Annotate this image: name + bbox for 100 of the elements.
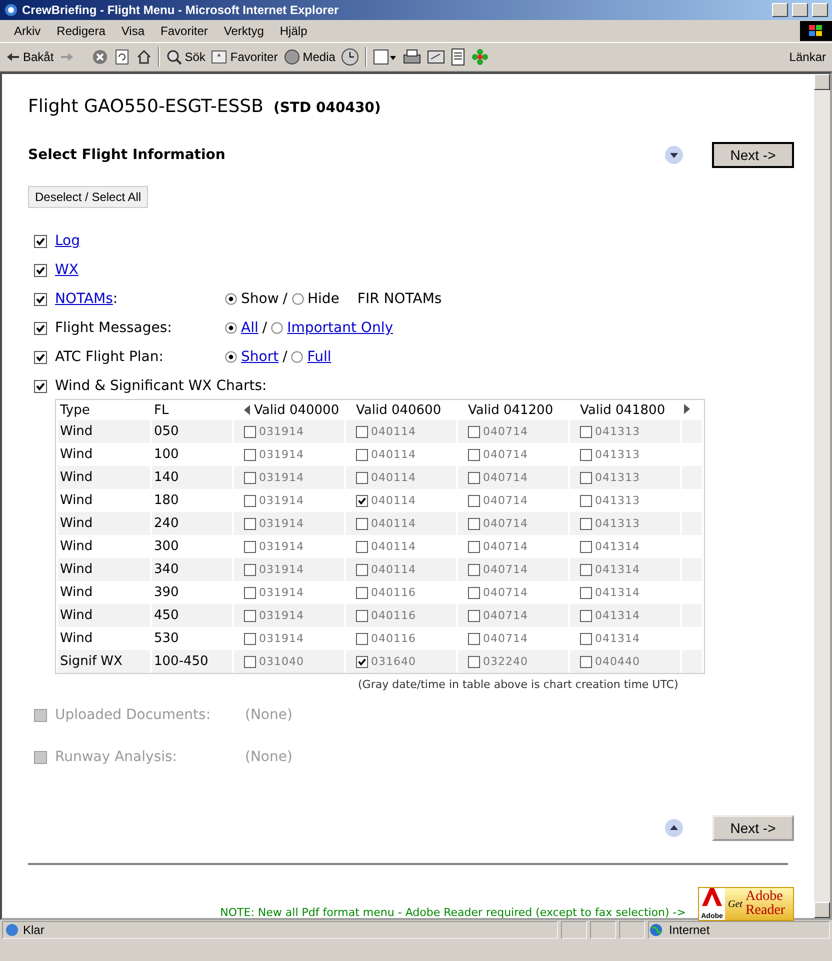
- checkbox[interactable]: [34, 264, 47, 276]
- next-button[interactable]: Next ->: [712, 142, 794, 168]
- menu-item[interactable]: Visa: [113, 24, 153, 38]
- radio-button[interactable]: [292, 293, 304, 305]
- checkbox[interactable]: [580, 448, 592, 460]
- menu-item[interactable]: Hjälp: [272, 24, 316, 38]
- favorites-button[interactable]: Favoriter: [211, 50, 278, 64]
- checkbox[interactable]: [356, 518, 368, 530]
- checkbox[interactable]: [244, 448, 256, 460]
- checkbox[interactable]: [468, 656, 480, 668]
- checkbox[interactable]: [356, 494, 368, 506]
- checkbox[interactable]: [580, 426, 592, 438]
- radio-button[interactable]: [291, 351, 304, 363]
- checkbox[interactable]: [356, 448, 368, 460]
- flower-icon[interactable]: [471, 48, 490, 66]
- checkbox[interactable]: [580, 632, 592, 644]
- checkbox[interactable]: [580, 656, 592, 668]
- refresh-icon[interactable]: [114, 49, 130, 65]
- checkbox[interactable]: [244, 632, 256, 644]
- edit-icon[interactable]: [427, 49, 446, 65]
- checkbox[interactable]: [580, 494, 592, 506]
- option-link[interactable]: Full: [307, 349, 332, 365]
- print-icon[interactable]: [403, 49, 422, 65]
- scroll-up-icon[interactable]: [664, 818, 684, 838]
- checkbox[interactable]: [34, 322, 47, 334]
- checkbox[interactable]: [356, 632, 368, 644]
- checkbox[interactable]: [356, 610, 368, 622]
- checkbox[interactable]: [244, 518, 256, 530]
- star-folder-icon: [211, 50, 228, 64]
- links-button[interactable]: Länkar: [789, 50, 832, 64]
- radio-button[interactable]: [271, 322, 284, 334]
- checkbox[interactable]: [244, 610, 256, 622]
- media-button[interactable]: Media: [284, 49, 336, 65]
- option-link[interactable]: Log: [55, 233, 80, 249]
- menu-item[interactable]: Redigera: [48, 24, 114, 38]
- search-button[interactable]: Sök: [166, 49, 206, 65]
- stop-icon[interactable]: [92, 49, 108, 65]
- checkbox[interactable]: [468, 564, 480, 576]
- back-button[interactable]: Bakåt: [6, 50, 54, 64]
- checkbox[interactable]: [34, 234, 47, 248]
- checkbox[interactable]: [468, 610, 480, 622]
- menu-item[interactable]: Verktyg: [216, 24, 272, 38]
- checkbox[interactable]: [244, 540, 256, 552]
- checkbox[interactable]: [356, 472, 368, 484]
- document-icon[interactable]: [451, 48, 466, 66]
- chart-time: 031914: [259, 494, 304, 507]
- deselect-all-button[interactable]: Deselect / Select All: [28, 186, 148, 208]
- separator: /: [262, 320, 268, 336]
- scroll-down-icon[interactable]: [664, 145, 684, 165]
- menu-item[interactable]: Arkiv: [6, 24, 49, 38]
- checkbox[interactable]: [34, 380, 47, 392]
- option-link[interactable]: All: [241, 320, 258, 336]
- column-header: FL: [154, 402, 169, 418]
- checkbox[interactable]: [580, 586, 592, 598]
- checkbox[interactable]: [34, 292, 47, 306]
- checkbox[interactable]: [468, 494, 480, 506]
- option-link[interactable]: Short: [241, 349, 279, 365]
- scrollbar[interactable]: [814, 74, 830, 918]
- checkbox[interactable]: [34, 350, 47, 364]
- checkbox[interactable]: [244, 494, 256, 506]
- checkbox[interactable]: [580, 518, 592, 530]
- close-button[interactable]: [812, 3, 828, 17]
- checkbox[interactable]: [468, 540, 480, 552]
- scroll-left-icon[interactable]: [244, 405, 250, 415]
- checkbox[interactable]: [244, 586, 256, 598]
- scroll-right-icon[interactable]: [684, 404, 690, 414]
- checkbox[interactable]: [244, 656, 256, 668]
- option-link[interactable]: WX: [55, 262, 78, 278]
- checkbox[interactable]: [580, 540, 592, 552]
- checkbox[interactable]: [356, 586, 368, 598]
- checkbox[interactable]: [356, 656, 368, 668]
- home-icon[interactable]: [136, 49, 152, 65]
- next-button[interactable]: Next ->: [712, 815, 794, 841]
- history-icon[interactable]: [341, 48, 360, 66]
- checkbox[interactable]: [244, 472, 256, 484]
- maximize-button[interactable]: [792, 3, 808, 17]
- radio-button[interactable]: [225, 293, 237, 305]
- checkbox[interactable]: [580, 610, 592, 622]
- minimize-button[interactable]: [772, 3, 788, 17]
- checkbox[interactable]: [580, 472, 592, 484]
- option-link[interactable]: Important Only: [287, 320, 394, 336]
- chart-time: 031914: [259, 471, 304, 484]
- chart-time: 041313: [595, 517, 640, 530]
- checkbox[interactable]: [244, 564, 256, 576]
- checkbox[interactable]: [580, 564, 592, 576]
- checkbox[interactable]: [244, 426, 256, 438]
- checkbox[interactable]: [468, 426, 480, 438]
- menu-item[interactable]: Favoriter: [152, 24, 216, 38]
- checkbox[interactable]: [468, 448, 480, 460]
- checkbox[interactable]: [468, 472, 480, 484]
- option-link[interactable]: NOTAMs: [55, 291, 113, 307]
- radio-button[interactable]: [225, 351, 237, 363]
- checkbox[interactable]: [356, 564, 368, 576]
- checkbox[interactable]: [356, 540, 368, 552]
- checkbox[interactable]: [468, 586, 480, 598]
- chart-time: 031914: [259, 632, 304, 645]
- checkbox[interactable]: [356, 426, 368, 438]
- checkbox[interactable]: [468, 632, 480, 644]
- checkbox[interactable]: [468, 518, 480, 530]
- radio-button[interactable]: [225, 322, 237, 334]
